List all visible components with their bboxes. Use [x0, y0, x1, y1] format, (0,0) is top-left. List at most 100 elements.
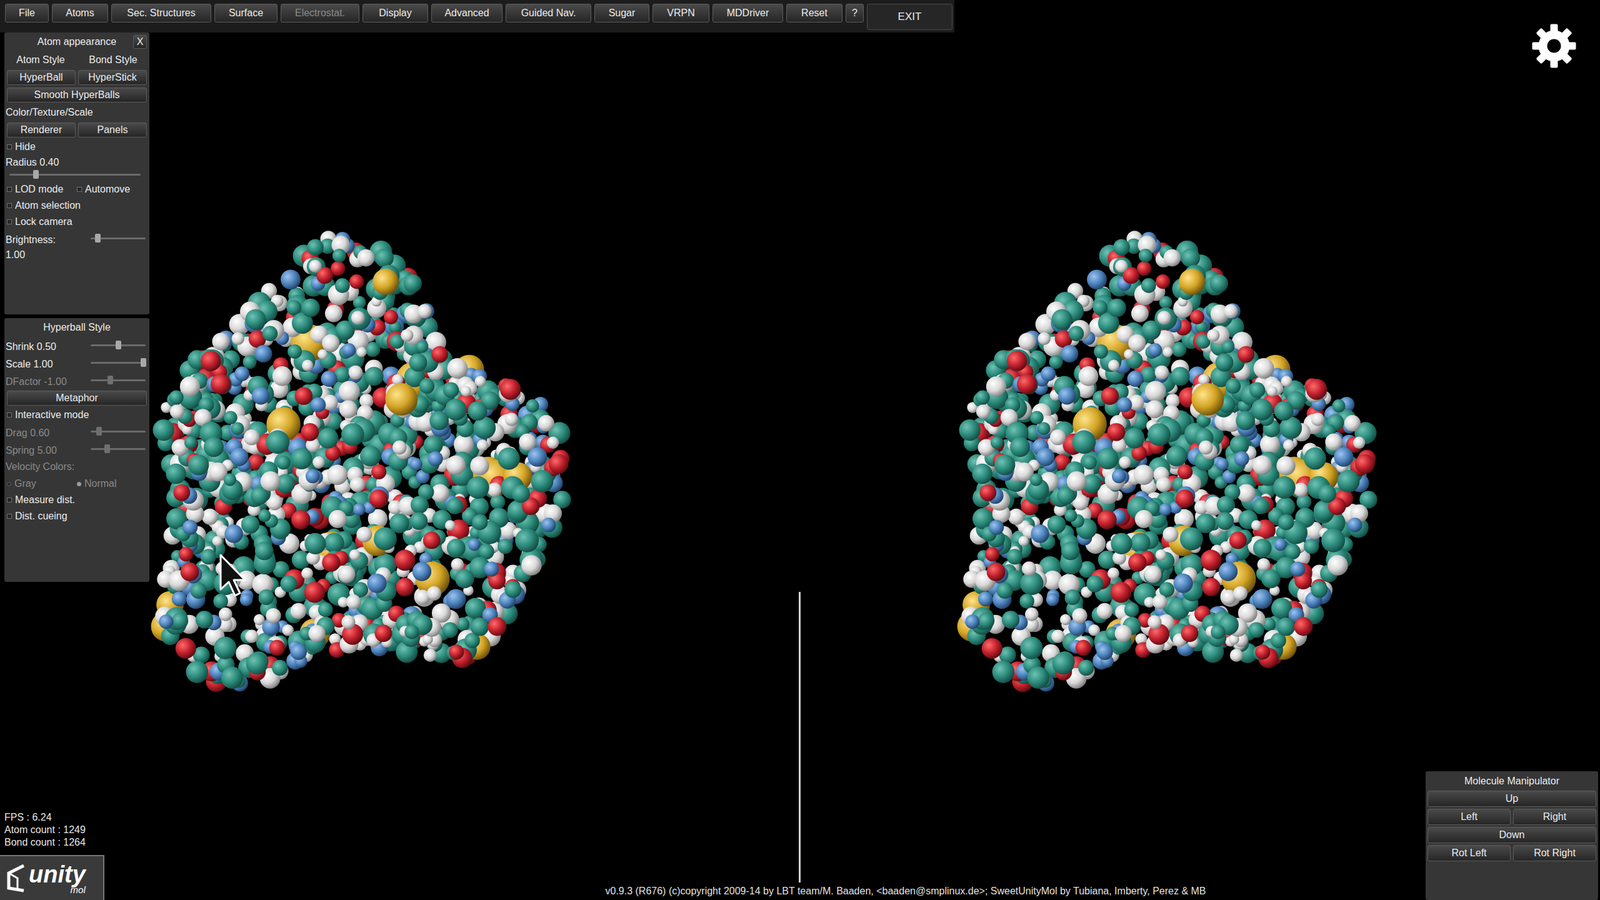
checkbox-box[interactable]: [6, 203, 12, 209]
label-row: Atom Style Bond Style: [4, 51, 150, 69]
slider-label: Spring 5.00: [5, 443, 91, 459]
slider-label: Drag 0.60: [5, 425, 91, 441]
slider-knob[interactable]: [140, 358, 147, 367]
slider-row: DFactor -1.00: [4, 371, 150, 390]
checkbox-label: LOD mode: [15, 181, 64, 197]
slider-knob[interactable]: [95, 233, 101, 243]
checkbox-box[interactable]: [6, 412, 12, 418]
panel-button[interactable]: Renderer: [6, 122, 76, 138]
logo-sub: mol: [70, 885, 86, 895]
molecule-view-right[interactable]: [957, 230, 1378, 692]
slider-knob[interactable]: [115, 340, 122, 350]
checkbox-label: Atom selection: [15, 198, 81, 214]
menu-button[interactable]: File: [5, 3, 49, 23]
move-button[interactable]: Left: [1427, 808, 1511, 825]
stat-line: Atom count : 1249: [4, 823, 86, 837]
button-row: RendererPanels: [4, 121, 150, 139]
checkbox[interactable]: Automove: [76, 181, 147, 197]
panel-button[interactable]: HyperStick: [78, 70, 147, 85]
section-label: Atom Style: [16, 52, 65, 68]
menu-button[interactable]: MDDriver: [712, 3, 784, 23]
slider-track[interactable]: [90, 340, 146, 350]
move-button[interactable]: Down: [1427, 826, 1597, 844]
panel-title-text: Atom appearance: [37, 34, 117, 50]
checkbox-box[interactable]: [6, 144, 12, 150]
checkbox[interactable]: Dist. cueing: [6, 508, 147, 524]
move-button[interactable]: Right: [1513, 808, 1597, 825]
close-button[interactable]: X: [133, 35, 147, 49]
radio-label: Gray: [14, 476, 37, 492]
menu-button[interactable]: Guided Nav.: [505, 3, 592, 23]
panel-button[interactable]: HyperBall: [6, 70, 76, 85]
checkbox[interactable]: Hide: [6, 139, 147, 155]
slider-row: Brightness:1.00: [4, 230, 150, 263]
label-text: Velocity Colors:: [5, 459, 75, 475]
slider-row: Shrink 0.50: [4, 336, 150, 355]
panel-button[interactable]: Smooth HyperBalls: [6, 87, 147, 103]
move-button[interactable]: Rot Left: [1427, 845, 1511, 862]
checkbox-box[interactable]: [6, 219, 12, 225]
viewport[interactable]: FileAtomsSec. StructuresSurfaceElectrost…: [0, 0, 1600, 900]
checkbox[interactable]: Lock camera: [6, 214, 147, 230]
slider-label: Radius 0.40: [5, 155, 149, 170]
menu-button[interactable]: Sec. Structures: [111, 3, 212, 23]
slider-track[interactable]: [90, 358, 146, 367]
checkbox-box[interactable]: [76, 186, 82, 192]
menu-button[interactable]: Display: [362, 3, 429, 23]
checkbox-row: Interactive mode: [4, 406, 150, 424]
help-button[interactable]: ?: [845, 3, 864, 23]
checkbox-box[interactable]: [6, 513, 12, 519]
menu-button[interactable]: Advanced: [431, 3, 503, 23]
menu-button[interactable]: VRPN: [652, 3, 710, 23]
section-label: Bond Style: [88, 52, 137, 68]
checkbox-row: Dist. cueing: [4, 508, 150, 525]
checkbox-row: LOD mode Automove: [4, 181, 150, 198]
checkbox-box[interactable]: [6, 186, 12, 192]
slider-knob: [96, 426, 102, 436]
molecule-view-left[interactable]: [151, 230, 572, 692]
radio-row: GrayNormal: [4, 475, 150, 492]
exit-button[interactable]: EXIT: [866, 3, 953, 30]
move-button[interactable]: Up: [1427, 790, 1597, 807]
checkbox-box[interactable]: [6, 497, 12, 503]
radio-option: Gray: [6, 476, 77, 492]
checkbox[interactable]: Interactive mode: [6, 407, 147, 423]
atom-appearance-panel: Atom appearance X Atom Style Bond Style Hype…: [4, 32, 150, 315]
menu-button[interactable]: Reset: [786, 3, 843, 23]
checkbox-label: Dist. cueing: [15, 508, 68, 524]
move-button[interactable]: Rot Right: [1513, 845, 1597, 862]
label-text: Color/Texture/Scale: [5, 105, 94, 120]
panel-button[interactable]: Panels: [78, 122, 147, 138]
menu-button: Electrostat.: [280, 3, 360, 23]
checkbox[interactable]: Atom selection: [6, 198, 147, 214]
menu-button[interactable]: Atoms: [51, 3, 109, 23]
checkbox-label: Hide: [15, 139, 36, 155]
manipulator-row: Down: [1427, 826, 1597, 844]
panel-title-text: Hyperball Style: [43, 320, 111, 335]
menu-bar: FileAtomsSec. StructuresSurfaceElectrost…: [0, 0, 955, 33]
panel-button[interactable]: Metaphor: [6, 390, 147, 406]
slider-label-group: Drag 0.60: [5, 425, 91, 441]
button-row: Smooth HyperBalls: [4, 86, 150, 104]
slider-line: [90, 379, 146, 382]
button-row: Metaphor: [4, 389, 150, 407]
checkbox-row: Measure dist.: [4, 491, 150, 509]
slider-row: Spring 5.00: [4, 440, 150, 459]
menu-button[interactable]: Sugar: [594, 3, 650, 23]
slider-label-group: DFactor -1.00: [5, 374, 91, 390]
radio-dot: [76, 481, 82, 487]
checkbox[interactable]: Measure dist.: [6, 492, 147, 508]
slider-label: Shrink 0.50: [5, 339, 91, 355]
checkbox[interactable]: LOD mode: [6, 181, 77, 197]
slider-track[interactable]: [9, 170, 141, 179]
stats: FPS : 6.24Atom count : 1249Bond count : …: [4, 811, 86, 849]
checkbox-label: Interactive mode: [15, 407, 89, 423]
checkbox-label: Lock camera: [15, 214, 73, 230]
slider-track[interactable]: [90, 233, 146, 243]
slider-knob[interactable]: [33, 170, 39, 179]
panel-title: Hyperball Style: [4, 318, 150, 337]
checkbox-label: Measure dist.: [15, 492, 75, 508]
logo-text: unitymol: [28, 862, 86, 895]
settings-gear-icon[interactable]: [1531, 23, 1577, 69]
menu-button[interactable]: Surface: [214, 3, 278, 23]
